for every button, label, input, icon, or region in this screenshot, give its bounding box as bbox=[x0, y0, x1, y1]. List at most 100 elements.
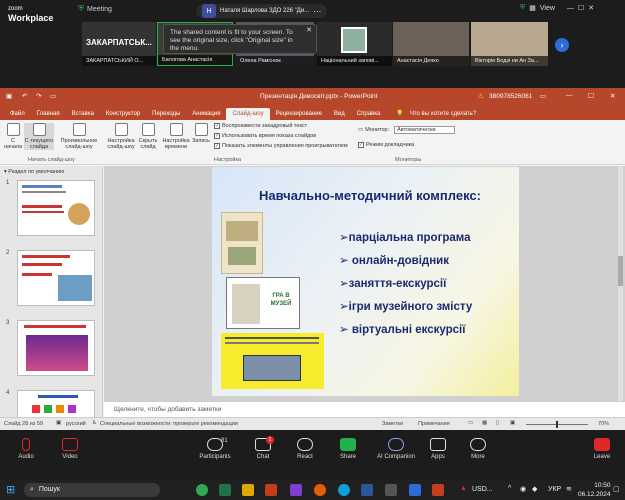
participant-tile[interactable]: Анастасія Деяко bbox=[393, 22, 469, 66]
meeting-info[interactable]: ⛨ Meeting bbox=[78, 4, 112, 14]
file-explorer-icon[interactable] bbox=[242, 484, 254, 496]
start-slideshow-icon[interactable]: ▭ bbox=[50, 92, 56, 100]
ribbon-display-icon[interactable]: ▭ bbox=[540, 92, 546, 100]
tab-transitions[interactable]: Переходы bbox=[146, 108, 186, 120]
viber-icon[interactable] bbox=[290, 484, 302, 496]
from-beginning-button[interactable]: С начала bbox=[4, 123, 22, 150]
participants-button[interactable]: 81 Participants bbox=[190, 438, 240, 460]
tab-view[interactable]: Вид bbox=[328, 108, 351, 120]
zoom-level[interactable]: 70% bbox=[598, 421, 609, 427]
save-icon[interactable]: ▣ bbox=[6, 92, 12, 100]
record-button[interactable]: Запись bbox=[191, 123, 211, 144]
language-indicator[interactable]: УКР bbox=[548, 486, 561, 493]
ai-companion-button[interactable]: AI Companion bbox=[370, 438, 422, 460]
setup-slideshow-button[interactable]: Настройка слайд-шоу bbox=[106, 123, 136, 150]
minimize-icon[interactable]: — bbox=[567, 5, 574, 12]
from-current-slide-button[interactable]: С текущего слайда bbox=[24, 123, 54, 150]
tab-animation[interactable]: Анимация bbox=[186, 108, 226, 120]
windows-start-icon[interactable]: ⊞ bbox=[6, 483, 15, 496]
rehearse-timings-button[interactable]: Настройка времени bbox=[162, 123, 190, 150]
notes-button[interactable]: Заметки bbox=[382, 421, 403, 427]
presenter-bar[interactable]: Н Наталя Шарлова ЗДО 226 "Ди... ⋯ bbox=[196, 4, 328, 18]
accessibility-icon[interactable]: ♿ bbox=[92, 420, 97, 426]
slide-bullet[interactable]: ➢ віртуальні екскурсії bbox=[339, 322, 465, 336]
use-timings-checkbox[interactable]: ✓ Использовать время показа слайдов bbox=[214, 133, 316, 139]
participant-tile[interactable]: ЗАКАРПАТСЬК... ЗАКАРПАТСЬКИЙ О... bbox=[82, 22, 156, 66]
slide-bullet[interactable]: ➢ онлайн-довідник bbox=[339, 253, 449, 267]
tray-app-icon[interactable]: ◉ bbox=[520, 485, 526, 493]
notes-pane[interactable]: Щелкните, чтобы добавить заметки bbox=[104, 401, 625, 417]
slide-bullet[interactable]: ➢парціальна програма bbox=[339, 230, 471, 244]
slide-thumbnail[interactable] bbox=[17, 250, 95, 306]
language[interactable]: русский bbox=[66, 421, 86, 427]
reading-view-icon[interactable]: ▯ bbox=[496, 420, 499, 426]
participant-tile[interactable]: Національний запові... bbox=[317, 22, 392, 66]
maximize-icon[interactable]: ☐ bbox=[578, 4, 584, 12]
notification-icon[interactable]: ▢ bbox=[613, 485, 620, 493]
slideshow-view-icon[interactable]: ▣ bbox=[510, 420, 515, 426]
account-text[interactable]: 380978526061 bbox=[489, 93, 532, 100]
video-button[interactable]: Video bbox=[50, 438, 90, 460]
tab-help[interactable]: Справка bbox=[351, 108, 387, 120]
powerpoint-icon-2[interactable] bbox=[432, 484, 444, 496]
tab-slideshow[interactable]: Слайд-шоу bbox=[226, 108, 270, 120]
pp-minimize-icon[interactable]: — bbox=[566, 92, 573, 99]
current-slide[interactable]: Навчально-методичний комплекс: ГРА В МУЗ… bbox=[212, 167, 519, 396]
zoom-app-icon[interactable] bbox=[409, 484, 421, 496]
more-button[interactable]: More bbox=[458, 438, 498, 460]
zoom-slider[interactable] bbox=[526, 421, 588, 428]
share-button[interactable]: Share bbox=[328, 438, 368, 460]
chrome-icon[interactable] bbox=[196, 484, 208, 496]
powerpoint-icon[interactable] bbox=[265, 484, 277, 496]
more-options-icon[interactable]: ⋯ bbox=[313, 7, 321, 16]
slide-title[interactable]: Навчально-методичний комплекс: bbox=[252, 187, 488, 204]
pp-close-icon[interactable]: ✕ bbox=[610, 92, 615, 100]
slide-thumbnail[interactable] bbox=[17, 180, 95, 236]
monitor-select[interactable]: ▭ Монитор: Автоматически bbox=[358, 126, 455, 134]
tab-design[interactable]: Конструктор bbox=[100, 108, 146, 120]
show-media-controls-checkbox[interactable]: ✓ Показать элементы управления проигрыват… bbox=[214, 143, 348, 149]
react-button[interactable]: React bbox=[285, 438, 325, 460]
slide-thumbnail[interactable] bbox=[17, 390, 95, 420]
presenter-view-checkbox[interactable]: ✓ Режим докладчика bbox=[358, 142, 414, 148]
custom-slideshow-button[interactable]: Произвольное слайд-шоу bbox=[58, 123, 100, 150]
tab-insert[interactable]: Вставка bbox=[66, 108, 100, 120]
currency-widget[interactable]: USD... bbox=[472, 486, 493, 493]
play-narrations-checkbox[interactable]: ✓ Воспроизвести закадровый текст bbox=[214, 123, 307, 129]
monitor-value[interactable]: Автоматически bbox=[394, 126, 455, 134]
slide-bullet[interactable]: ➢заняття-екскурсії bbox=[339, 276, 446, 290]
tip-close-icon[interactable]: ✕ bbox=[306, 27, 312, 35]
tray-app-icon-2[interactable]: ◆ bbox=[532, 485, 537, 493]
audio-button[interactable]: Audio bbox=[6, 438, 46, 460]
app-icon[interactable] bbox=[385, 484, 397, 496]
slide-bullet[interactable]: ➢ігри музейного змісту bbox=[339, 299, 472, 313]
vertical-scrollbar[interactable] bbox=[618, 166, 623, 401]
leave-button[interactable]: Leave bbox=[582, 438, 622, 460]
view-button[interactable]: ⛨ ▦ View — ☐ ✕ bbox=[520, 4, 594, 12]
accessibility-status[interactable]: Специальные возможности: проверьте реком… bbox=[100, 421, 238, 427]
firefox-icon[interactable] bbox=[314, 484, 326, 496]
undo-icon[interactable]: ↶ bbox=[22, 92, 27, 100]
excel-icon[interactable] bbox=[219, 484, 231, 496]
pp-maximize-icon[interactable]: ☐ bbox=[588, 92, 594, 100]
apps-button[interactable]: Apps bbox=[418, 438, 458, 460]
spellcheck-icon[interactable]: ▣ bbox=[56, 420, 61, 426]
wifi-icon[interactable]: ≋ bbox=[566, 485, 572, 493]
comments-button[interactable]: Примечания bbox=[418, 421, 450, 427]
tab-review[interactable]: Рецензирование bbox=[270, 108, 328, 120]
slide-thumbnail[interactable] bbox=[17, 320, 95, 376]
redo-icon[interactable]: ↷ bbox=[36, 92, 41, 100]
normal-view-icon[interactable]: ▭ bbox=[468, 420, 473, 426]
clock[interactable]: 10:50 06.12.2024 bbox=[578, 481, 611, 499]
next-participants-icon[interactable]: › bbox=[555, 38, 569, 52]
edge-icon[interactable] bbox=[338, 484, 350, 496]
tab-home[interactable]: Главная bbox=[31, 108, 66, 120]
close-icon[interactable]: ✕ bbox=[588, 4, 594, 12]
hide-slide-button[interactable]: Скрыть слайд bbox=[137, 123, 159, 150]
sorter-view-icon[interactable]: ▦ bbox=[482, 420, 487, 426]
word-icon[interactable] bbox=[361, 484, 373, 496]
tell-me-search[interactable]: Что вы хотите сделать? bbox=[404, 108, 482, 120]
taskbar-search[interactable]: ⌕ Пошук bbox=[24, 483, 160, 497]
tab-file[interactable]: Файл bbox=[4, 108, 31, 120]
participant-tile[interactable]: Вікторія Бодзі ни Ан За... bbox=[471, 22, 548, 66]
